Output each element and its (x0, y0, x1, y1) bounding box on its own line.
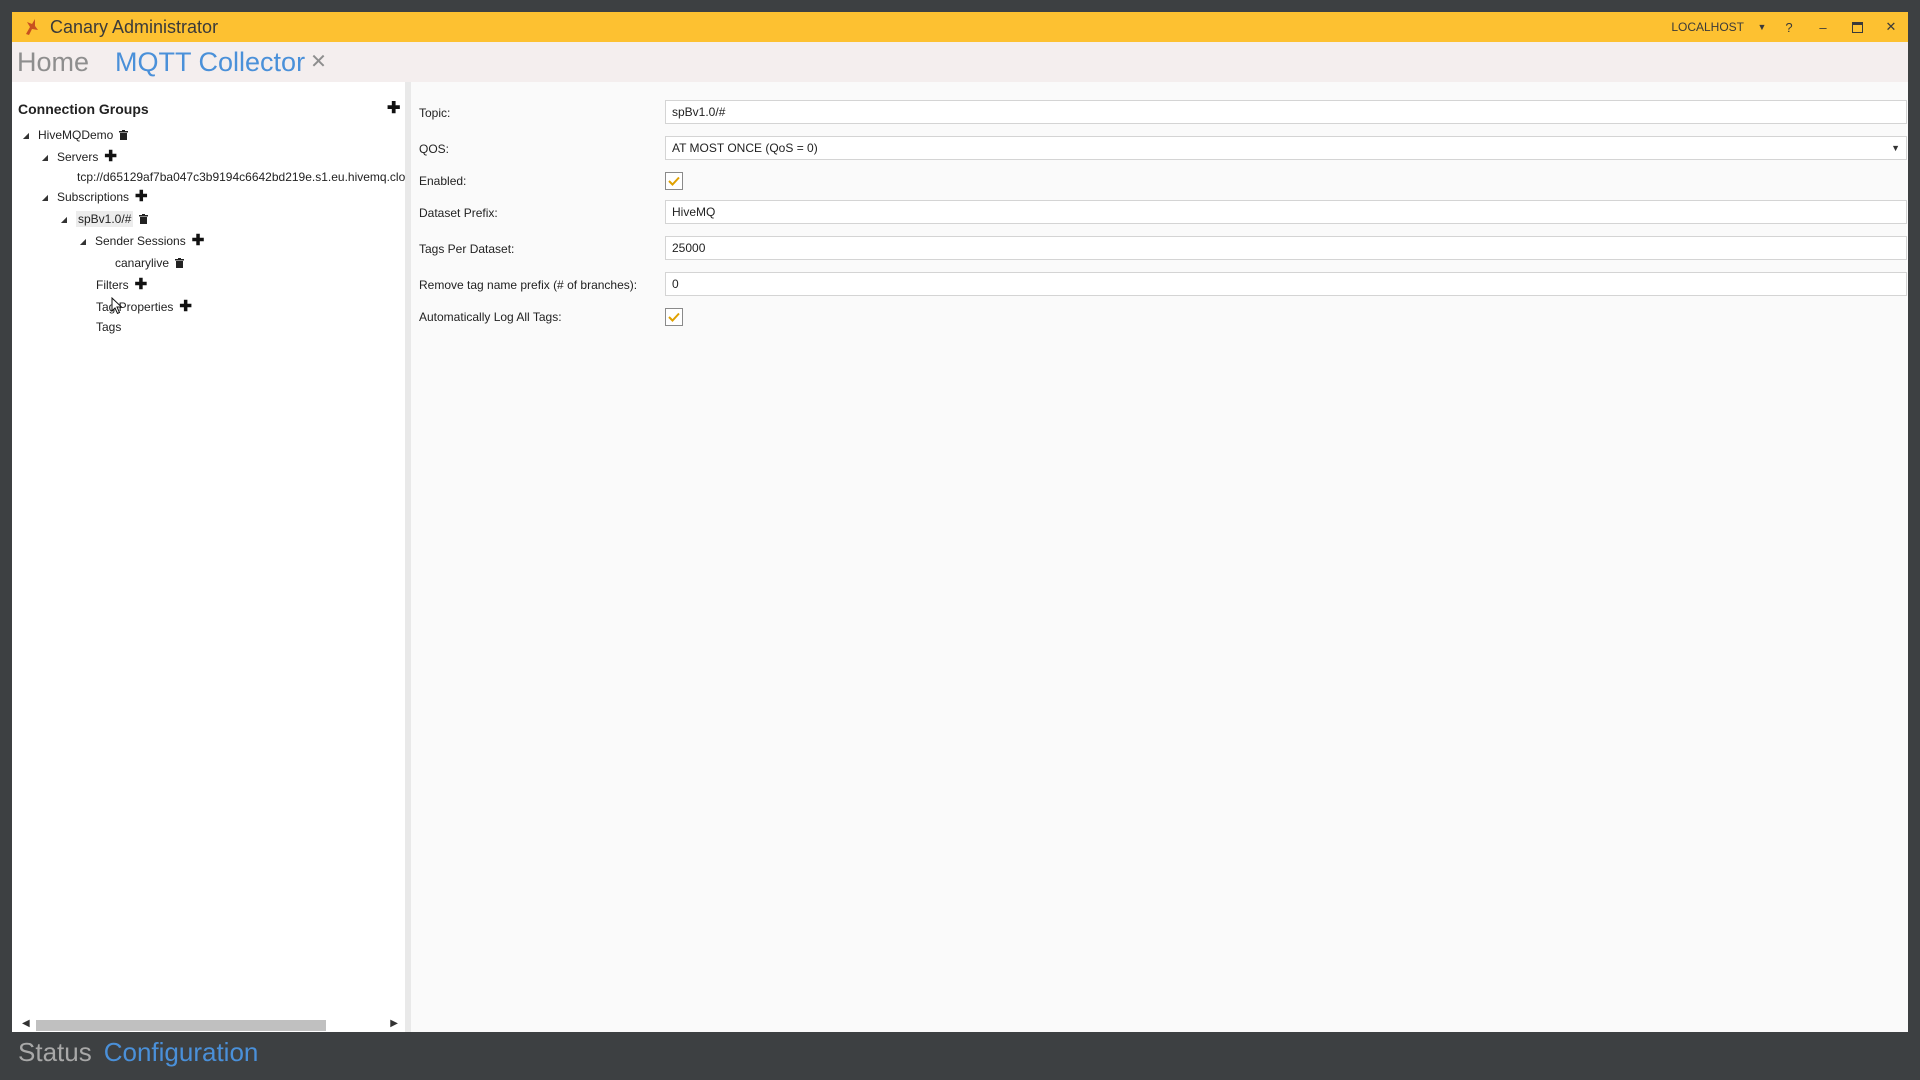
horizontal-scrollbar[interactable]: ◀ ▶ (18, 1016, 398, 1032)
add-sender-session-icon[interactable]: ✚ (192, 233, 205, 248)
tree-item-filters[interactable]: Filters ✚ (96, 275, 147, 295)
add-subscription-icon[interactable]: ✚ (135, 189, 148, 204)
tags-per-dataset-label: Tags Per Dataset: (419, 242, 515, 256)
tree-item-label: Sender Sessions (95, 234, 186, 248)
auto-log-label: Automatically Log All Tags: (419, 310, 562, 324)
dataset-prefix-input[interactable]: HiveMQ (665, 200, 1907, 224)
close-button[interactable]: ✕ (1874, 12, 1908, 42)
maximize-button[interactable] (1840, 12, 1874, 42)
add-server-icon[interactable]: ✚ (104, 149, 117, 164)
bottom-nav: Status Configuration (12, 1032, 1908, 1072)
tree-item-label: canarylive (115, 256, 170, 270)
tab-mqtt-collector[interactable]: MQTT Collector (115, 47, 305, 78)
title-bar: Canary Administrator LOCALHOST ▼ ? – ✕ (12, 12, 1908, 42)
app-window: Canary Administrator LOCALHOST ▼ ? – ✕ H… (12, 12, 1908, 1072)
collapse-icon[interactable]: ◢ (20, 131, 32, 140)
tree-item-label: Tag Properties (96, 300, 174, 314)
collapse-icon[interactable]: ◢ (39, 193, 51, 202)
tree-item-tags[interactable]: Tags (96, 317, 121, 337)
nav-status[interactable]: Status (18, 1037, 92, 1068)
canary-logo-icon (20, 16, 42, 38)
add-connection-group-icon[interactable]: ✚ (387, 98, 400, 118)
tab-close-icon[interactable]: ✕ (310, 49, 327, 74)
tree-item-label: Subscriptions (57, 190, 130, 204)
tree-item-label: HiveMQDemo (38, 128, 114, 142)
tab-bar: Home MQTT Collector ✕ (12, 42, 1908, 82)
tree-item-subscriptions[interactable]: ◢ Subscriptions ✚ (39, 187, 148, 207)
tree-item-group[interactable]: ◢ HiveMQDemo (20, 125, 129, 145)
add-tag-property-icon[interactable]: ✚ (179, 299, 192, 314)
tab-home[interactable]: Home (17, 47, 89, 78)
scrollbar-thumb[interactable] (36, 1020, 326, 1031)
tree-item-sender-sessions[interactable]: ◢ Sender Sessions ✚ (77, 231, 204, 251)
tree-item-server-url[interactable]: tcp://d65129af7ba047c3b9194c6642bd219e.s… (77, 167, 405, 187)
dataset-prefix-label: Dataset Prefix: (419, 206, 498, 220)
chevron-down-icon[interactable]: ▼ (1891, 143, 1900, 153)
topic-input[interactable]: spBv1.0/# (665, 100, 1907, 124)
app-title: Canary Administrator (50, 16, 219, 37)
server-selector[interactable]: LOCALHOST (1671, 20, 1744, 34)
scroll-right-icon[interactable]: ▶ (390, 1018, 398, 1029)
qos-selected-value: AT MOST ONCE (QoS = 0) (672, 141, 818, 155)
tags-per-dataset-input[interactable]: 25000 (665, 236, 1907, 260)
tree-item-label: Servers (57, 150, 99, 164)
subscription-settings-form: Topic: spBv1.0/# QOS: AT MOST ONCE (QoS … (411, 82, 1908, 1032)
tree-item-label: tcp://d65129af7ba047c3b9194c6642bd219e.s… (77, 170, 406, 184)
remove-prefix-input[interactable]: 0 (665, 272, 1907, 296)
nav-configuration[interactable]: Configuration (104, 1037, 259, 1068)
collapse-icon[interactable]: ◢ (77, 237, 89, 246)
tree-item-subscription-selected[interactable]: ◢ spBv1.0/# (58, 209, 149, 229)
scroll-left-icon[interactable]: ◀ (22, 1018, 30, 1029)
help-button[interactable]: ? (1772, 12, 1806, 42)
checkmark-icon (668, 312, 680, 322)
chevron-down-icon[interactable]: ▼ (1752, 12, 1772, 42)
trash-icon[interactable] (139, 214, 149, 224)
topic-label: Topic: (419, 106, 451, 120)
trash-icon[interactable] (119, 130, 129, 140)
add-filter-icon[interactable]: ✚ (135, 277, 148, 292)
tree-item-label: Filters (96, 278, 129, 292)
tree-item-servers[interactable]: ◢ Servers ✚ (39, 147, 117, 167)
collapse-icon[interactable]: ◢ (58, 215, 70, 224)
collapse-icon[interactable]: ◢ (39, 153, 51, 162)
tree-item-label: Tags (96, 320, 122, 334)
panel-title: Connection Groups (18, 101, 149, 117)
tree-item-label: spBv1.0/# (76, 211, 134, 227)
maximize-icon (1851, 21, 1863, 33)
auto-log-checkbox[interactable] (665, 308, 683, 326)
qos-select[interactable]: AT MOST ONCE (QoS = 0) ▼ (665, 136, 1907, 160)
trash-icon[interactable] (175, 258, 185, 268)
enabled-label: Enabled: (419, 174, 467, 188)
remove-prefix-label: Remove tag name prefix (# of branches): (419, 278, 638, 292)
qos-label: QOS: (419, 142, 450, 156)
tree-item-session[interactable]: canarylive (115, 253, 185, 273)
checkmark-icon (668, 176, 680, 186)
minimize-button[interactable]: – (1806, 12, 1840, 42)
enabled-checkbox[interactable] (665, 172, 683, 190)
connection-groups-panel: Connection Groups ✚ ◢ HiveMQDemo ◢ Serve… (12, 82, 411, 1032)
mouse-cursor-icon (111, 296, 123, 320)
